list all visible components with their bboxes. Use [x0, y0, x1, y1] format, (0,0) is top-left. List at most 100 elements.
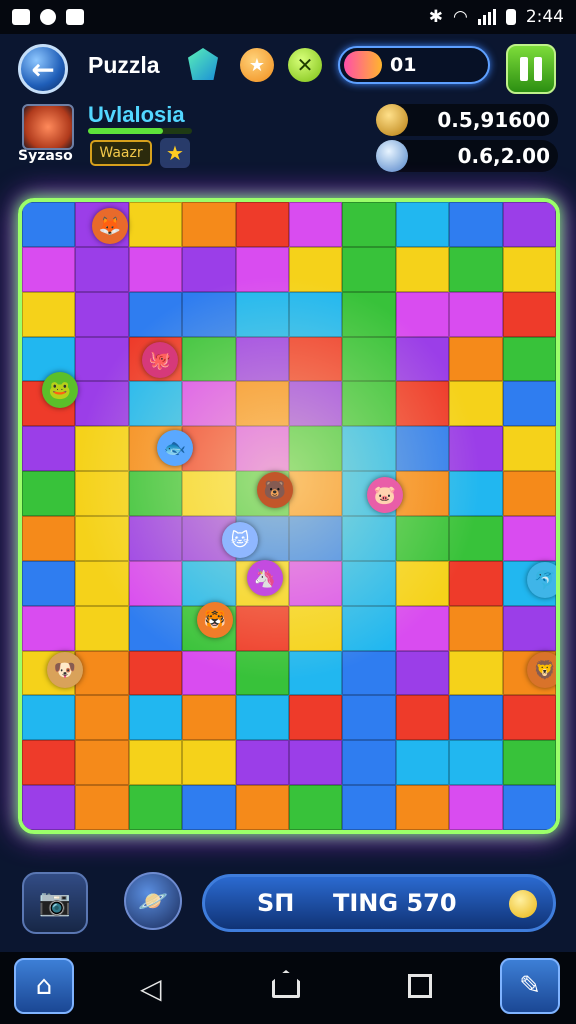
puzzle-piece[interactable]: [182, 291, 236, 337]
monster-piece-icon[interactable]: 🦁: [527, 652, 556, 688]
puzzle-piece[interactable]: [502, 336, 556, 382]
puzzle-piece[interactable]: [395, 785, 450, 830]
puzzle-piece[interactable]: [449, 560, 503, 606]
monster-piece-icon[interactable]: 🐷: [367, 477, 403, 513]
puzzle-piece[interactable]: [235, 336, 289, 382]
puzzle-piece[interactable]: [75, 740, 129, 786]
puzzle-piece[interactable]: [182, 650, 236, 696]
puzzle-piece[interactable]: [22, 516, 76, 561]
puzzle-piece[interactable]: [128, 246, 183, 292]
puzzle-piece[interactable]: [289, 202, 343, 247]
puzzle-piece[interactable]: [289, 740, 343, 786]
start-button[interactable]: SП TING 570: [202, 874, 556, 932]
puzzle-piece[interactable]: [235, 650, 289, 696]
puzzle-piece[interactable]: [395, 560, 450, 606]
puzzle-piece[interactable]: [289, 336, 343, 382]
puzzle-piece[interactable]: [342, 785, 396, 830]
puzzle-piece[interactable]: [22, 291, 76, 337]
puzzle-piece[interactable]: [75, 336, 129, 382]
puzzle-piece[interactable]: [182, 202, 236, 247]
puzzle-piece[interactable]: [128, 740, 183, 786]
monster-piece-icon[interactable]: 🐸: [42, 372, 78, 408]
puzzle-piece[interactable]: [22, 560, 76, 606]
puzzle-piece[interactable]: [502, 785, 556, 830]
monster-piece-icon[interactable]: 🐶: [47, 652, 83, 688]
puzzle-piece[interactable]: [395, 650, 450, 696]
puzzle-piece[interactable]: [449, 336, 503, 382]
puzzle-piece[interactable]: [395, 426, 450, 472]
puzzle-piece[interactable]: [395, 605, 450, 651]
puzzle-piece[interactable]: [449, 426, 503, 472]
puzzle-piece[interactable]: [75, 560, 129, 606]
monster-piece-icon[interactable]: 🐯: [197, 602, 233, 638]
puzzle-piece[interactable]: [182, 471, 236, 516]
puzzle-piece[interactable]: [128, 202, 183, 247]
puzzle-piece[interactable]: [342, 560, 396, 606]
puzzle-piece[interactable]: [235, 291, 289, 337]
puzzle-piece[interactable]: [449, 471, 503, 516]
puzzle-piece[interactable]: [502, 695, 556, 741]
puzzle-piece[interactable]: [75, 426, 129, 472]
puzzle-piece[interactable]: [235, 246, 289, 292]
puzzle-piece[interactable]: [22, 695, 76, 741]
rocket-counter[interactable]: 01: [338, 46, 490, 84]
puzzle-piece[interactable]: [182, 336, 236, 382]
puzzle-piece[interactable]: [502, 246, 556, 292]
puzzle-piece[interactable]: [342, 202, 396, 247]
puzzle-piece[interactable]: [128, 381, 183, 427]
puzzle-piece[interactable]: [235, 740, 289, 786]
puzzle-piece[interactable]: [342, 516, 396, 561]
nav-home-icon[interactable]: [272, 970, 300, 998]
avatar[interactable]: [22, 104, 74, 150]
puzzle-piece[interactable]: [289, 516, 343, 561]
puzzle-piece[interactable]: [75, 785, 129, 830]
puzzle-piece[interactable]: [449, 291, 503, 337]
puzzle-piece[interactable]: [289, 471, 343, 516]
puzzle-piece[interactable]: [182, 246, 236, 292]
edit-button[interactable]: ✎: [500, 958, 560, 1014]
puzzle-piece[interactable]: [395, 246, 450, 292]
puzzle-piece[interactable]: [395, 291, 450, 337]
puzzle-piece[interactable]: [395, 202, 450, 247]
puzzle-piece[interactable]: [289, 605, 343, 651]
puzzle-piece[interactable]: [342, 336, 396, 382]
puzzle-piece[interactable]: [75, 695, 129, 741]
puzzle-piece[interactable]: [75, 246, 129, 292]
monster-piece-icon[interactable]: 🐙: [142, 342, 178, 378]
puzzle-piece[interactable]: [22, 426, 76, 472]
star-button[interactable]: ★: [160, 138, 190, 168]
puzzle-piece[interactable]: [235, 202, 289, 247]
puzzle-piece[interactable]: [502, 740, 556, 786]
puzzle-piece[interactable]: [395, 695, 450, 741]
puzzle-piece[interactable]: [395, 516, 450, 561]
puzzle-piece[interactable]: [22, 246, 76, 292]
puzzle-piece[interactable]: [22, 605, 76, 651]
puzzle-piece[interactable]: [75, 605, 129, 651]
puzzle-piece[interactable]: [449, 246, 503, 292]
puzzle-piece[interactable]: [128, 695, 183, 741]
puzzle-piece[interactable]: [342, 740, 396, 786]
puzzle-piece[interactable]: [502, 291, 556, 337]
puzzle-piece[interactable]: [235, 605, 289, 651]
camera-button[interactable]: 📷: [22, 872, 88, 934]
nav-back-icon[interactable]: ◁: [140, 972, 162, 1005]
puzzle-piece[interactable]: [395, 336, 450, 382]
puzzle-piece[interactable]: [342, 381, 396, 427]
puzzle-piece[interactable]: [502, 605, 556, 651]
puzzle-piece[interactable]: [342, 605, 396, 651]
puzzle-piece[interactable]: [235, 695, 289, 741]
puzzle-piece[interactable]: [182, 785, 236, 830]
planet-button[interactable]: 🪐: [124, 872, 182, 930]
gem-icon[interactable]: [188, 48, 218, 80]
puzzle-piece[interactable]: [235, 426, 289, 472]
monster-piece-icon[interactable]: 🐟: [157, 430, 193, 466]
tools-icon[interactable]: ✕: [288, 48, 322, 82]
puzzle-piece[interactable]: [182, 695, 236, 741]
puzzle-piece[interactable]: [235, 785, 289, 830]
puzzle-piece[interactable]: [128, 291, 183, 337]
puzzle-piece[interactable]: [449, 740, 503, 786]
puzzle-piece[interactable]: [395, 740, 450, 786]
puzzle-piece[interactable]: [502, 471, 556, 516]
pause-button[interactable]: [506, 44, 556, 94]
puzzle-piece[interactable]: [75, 291, 129, 337]
